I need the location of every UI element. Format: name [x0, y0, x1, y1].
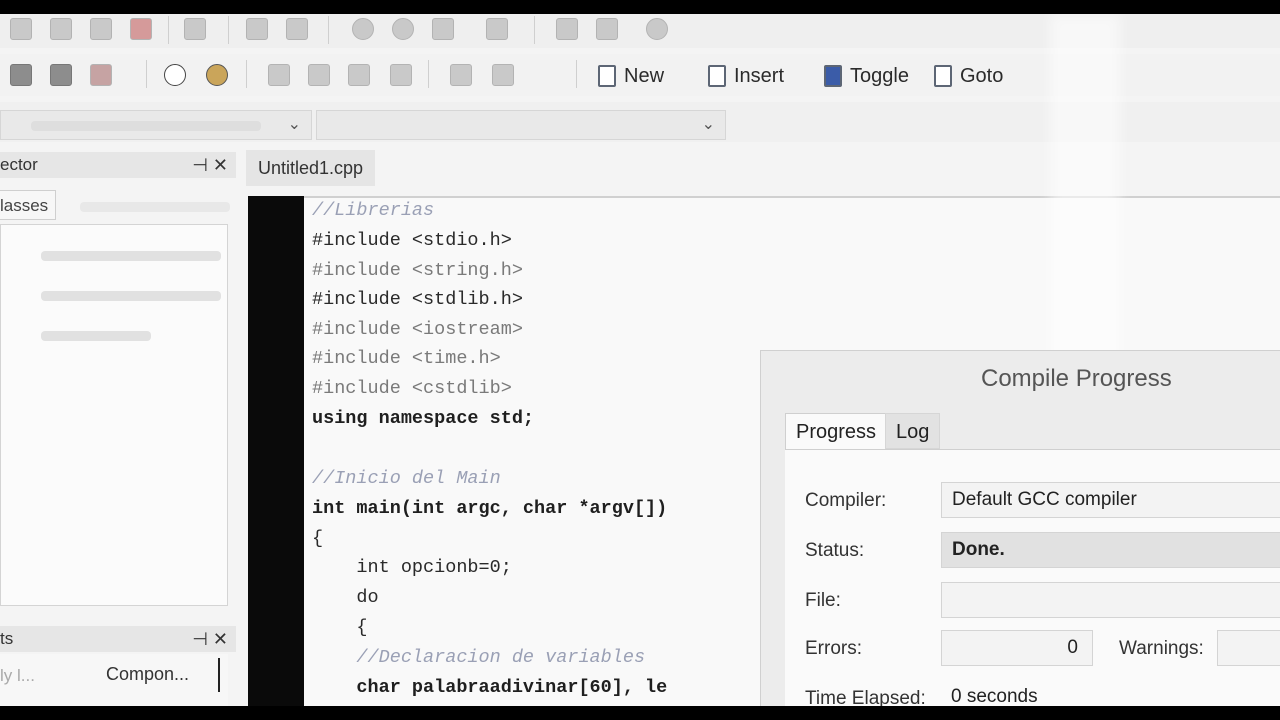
class-tree[interactable]: [0, 224, 228, 606]
tab-progress[interactable]: Progress: [785, 413, 888, 449]
open-icon[interactable]: [10, 18, 32, 40]
about-icon[interactable]: [206, 64, 228, 86]
save-icon[interactable]: [50, 18, 72, 40]
run-icon[interactable]: [50, 64, 72, 86]
time-elapsed-value: 0 seconds: [951, 686, 1038, 706]
step-icon[interactable]: [390, 64, 412, 86]
warnings-label: Warnings:: [1119, 638, 1204, 659]
time-elapsed-label: Time Elapsed:: [805, 688, 926, 706]
search-icon[interactable]: [432, 18, 454, 40]
pause-icon[interactable]: [308, 64, 330, 86]
stop-icon[interactable]: [348, 64, 370, 86]
tab-classes[interactable]: lasses: [0, 190, 56, 220]
unindent-icon[interactable]: [492, 64, 514, 86]
errors-value: 0: [941, 630, 1093, 666]
insert-button[interactable]: Insert: [708, 62, 784, 90]
compiler-value: Default GCC compiler: [941, 482, 1280, 518]
indent-icon[interactable]: [450, 64, 472, 86]
warnings-value: [1217, 630, 1280, 666]
undo-icon[interactable]: [246, 18, 268, 40]
compile-run-icon[interactable]: [90, 64, 112, 86]
line-gutter: [248, 196, 304, 706]
class-combo[interactable]: ⌄: [0, 110, 312, 140]
chevron-down-icon: ⌄: [287, 116, 301, 133]
new-icon: [598, 65, 616, 87]
file-label: File:: [805, 590, 841, 611]
replace-icon[interactable]: [486, 18, 508, 40]
tab-log[interactable]: Log: [885, 413, 941, 449]
pin-icon[interactable]: ⊣: [192, 629, 208, 649]
back-icon[interactable]: [556, 18, 578, 40]
print-icon[interactable]: [184, 18, 206, 40]
find-next-icon[interactable]: [392, 18, 414, 40]
pin-icon[interactable]: ⊣: [192, 155, 208, 175]
errors-label: Errors:: [805, 638, 862, 659]
chevron-down-icon: ⌄: [701, 116, 715, 133]
dialog-title: Compile Progress: [981, 365, 1172, 392]
panel-item-components[interactable]: Compon...: [106, 664, 189, 685]
close-icon[interactable]: ✕: [213, 629, 228, 649]
ide-window: New Insert Toggle Goto ⌄ ⌄ ector ⊣ ✕ las…: [0, 14, 1280, 706]
compile-icon[interactable]: [10, 64, 32, 86]
forward-icon[interactable]: [596, 18, 618, 40]
goto-icon: [934, 65, 952, 87]
help-icon[interactable]: [164, 64, 186, 86]
new-button[interactable]: New: [598, 62, 664, 90]
toggle-button[interactable]: Toggle: [824, 62, 909, 90]
member-combo[interactable]: ⌄: [316, 110, 726, 140]
compiler-label: Compiler:: [805, 490, 887, 511]
close-icon[interactable]: ✕: [213, 155, 228, 175]
components-panel-title: ts ⊣ ✕: [0, 626, 236, 652]
status-value: Done.: [941, 532, 1280, 568]
file-value: [941, 582, 1280, 618]
bookmark-icon: [824, 65, 842, 87]
project-icon[interactable]: [646, 18, 668, 40]
redo-icon[interactable]: [286, 18, 308, 40]
inspector-panel-title: ector ⊣ ✕: [0, 152, 236, 178]
close-file-icon[interactable]: [130, 18, 152, 40]
panel-item[interactable]: ly l...: [0, 666, 35, 686]
components-panel: ly l... Compon...: [0, 654, 228, 706]
compile-progress-dialog: Compile Progress Progress Log Compiler: …: [760, 350, 1280, 706]
goto-button[interactable]: Goto: [934, 62, 1003, 90]
progress-panel: Compiler: Default GCC compiler Status: D…: [785, 449, 1280, 706]
editor-tab-untitled1[interactable]: Untitled1.cpp: [246, 150, 376, 186]
find-icon[interactable]: [352, 18, 374, 40]
save-all-icon[interactable]: [90, 18, 112, 40]
play-icon[interactable]: [268, 64, 290, 86]
insert-icon: [708, 65, 726, 87]
status-label: Status:: [805, 540, 865, 561]
